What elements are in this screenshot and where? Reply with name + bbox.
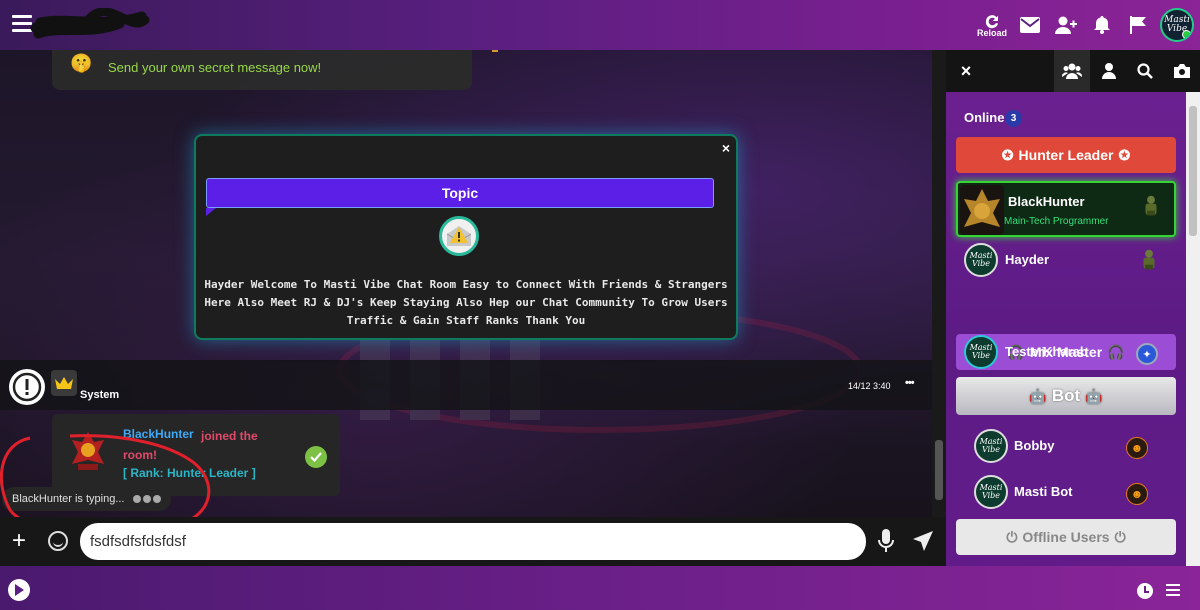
user-row-bobby[interactable]: Masti Vibe Bobby ☻: [956, 425, 1176, 471]
camera-icon: [1174, 64, 1190, 78]
reload-label: Reload: [976, 28, 1007, 38]
soldier-rank-icon: [1145, 195, 1157, 216]
user-row-blackhunter[interactable]: BlackHunter Main-Tech Programmer: [956, 181, 1176, 237]
bottom-bar: [0, 566, 1200, 610]
emoji-icon[interactable]: [48, 531, 68, 551]
user-avatar: Masti Vibe: [964, 243, 998, 277]
play-button[interactable]: [8, 579, 30, 601]
users-icon: [1062, 63, 1082, 79]
secret-message-text[interactable]: Send your own secret message now!: [108, 60, 321, 75]
group-label: Hunter Leader: [1018, 147, 1114, 163]
add-user-icon: [1055, 16, 1077, 34]
clock-icon[interactable]: [1137, 583, 1153, 599]
user-panel: × Online 3 ✪ Hunter Leader ✪ BlackHunter…: [946, 50, 1200, 566]
crown-icon: [51, 370, 77, 396]
online-count-badge: 3: [1005, 110, 1022, 127]
close-icon[interactable]: ×: [722, 140, 730, 156]
check-icon: [305, 446, 327, 468]
panel-close-button[interactable]: ×: [948, 50, 984, 92]
power-icon: ⏻: [1114, 528, 1126, 545]
verified-badge-icon: ✦: [1136, 343, 1158, 365]
mail-alert-icon: [439, 216, 479, 256]
close-icon: ×: [960, 60, 972, 81]
user-name: BlackHunter: [1008, 194, 1085, 209]
messages-button[interactable]: [1012, 0, 1048, 50]
alert-icon: [9, 369, 45, 405]
group-label: Offline Users: [1022, 529, 1110, 545]
secret-message-card: 🤫 Send your own secret message now!: [52, 50, 498, 90]
user-name: Hayder: [1005, 252, 1050, 267]
topic-tail: [206, 208, 216, 216]
user-name: Bobby: [1014, 438, 1055, 453]
menu-icon[interactable]: [12, 15, 32, 36]
message-time: 14/12 3:40: [848, 381, 891, 391]
bell-icon: [1094, 16, 1110, 34]
notifications-button[interactable]: [1084, 0, 1120, 50]
system-message-header: System 14/12 3:40 •••: [0, 360, 932, 410]
power-icon: ⏻: [1006, 528, 1018, 545]
report-button[interactable]: [1120, 0, 1156, 50]
user-avatar: Masti Vibe: [964, 335, 998, 369]
user-row-hayder[interactable]: Masti Vibe Hayder: [956, 239, 1176, 285]
tab-search[interactable]: [1127, 50, 1163, 92]
user-list: Online 3 ✪ Hunter Leader ✪ BlackHunter M…: [946, 92, 1200, 566]
redaction-scribble: [30, 8, 150, 39]
robot-icon: 🤖: [1085, 387, 1103, 404]
user-avatar: Masti Vibe: [974, 475, 1008, 509]
tab-media[interactable]: [1164, 50, 1200, 92]
message-input[interactable]: [80, 523, 866, 560]
topic-title: Topic: [206, 178, 714, 208]
topic-text: Hayder Welcome To Masti Vibe Chat Room E…: [204, 278, 728, 327]
envelope-icon: [1020, 17, 1040, 33]
card-accent: [492, 50, 498, 52]
hunter-emblem-icon: ✪: [1118, 146, 1131, 163]
hush-hand-icon: 🤫: [70, 53, 93, 73]
group-hunter-leader[interactable]: ✪ Hunter Leader ✪: [956, 137, 1176, 173]
user-avatar: Masti Vibe: [974, 429, 1008, 463]
friend-request-button[interactable]: [1048, 0, 1084, 50]
group-bot[interactable]: 🤖 Bot 🤖: [956, 377, 1176, 415]
annotation-circle: [0, 434, 211, 517]
online-status-dot: [1182, 30, 1191, 39]
pumpkin-icon: ☻: [1126, 483, 1148, 505]
top-bar: Reload Masti Vibe: [0, 0, 1200, 50]
topic-modal: × Topic Hayder Welcome To Masti Vibe Cha…: [194, 134, 738, 340]
search-icon: [1137, 63, 1153, 79]
user-name: TesterKharab: [1005, 344, 1088, 359]
input-bar: +: [0, 517, 946, 566]
pumpkin-icon: ☻: [1126, 437, 1148, 459]
panel-tabs: ×: [946, 50, 1200, 92]
hunter-emblem-icon: ✪: [1001, 146, 1014, 163]
online-label: Online: [964, 110, 1005, 125]
panel-scrollbar[interactable]: [1186, 92, 1200, 566]
group-offline-users[interactable]: ⏻ Offline Users ⏻: [956, 519, 1176, 555]
user-avatar: [960, 185, 1004, 235]
play-icon: [15, 584, 24, 596]
user-row-testerkharab-visible[interactable]: Masti Vibe TesterKharab ✦: [956, 331, 1176, 377]
tab-users[interactable]: [1054, 50, 1090, 92]
user-icon: [1102, 63, 1116, 79]
flag-icon: [1130, 16, 1146, 34]
soldier-rank-icon: [1143, 249, 1155, 270]
chat-scrollbar[interactable]: [932, 50, 946, 517]
reload-button[interactable]: Reload: [972, 0, 1012, 50]
robot-icon: 🤖: [1029, 387, 1047, 404]
chat-area: 🤫 Send your own secret message now! × To…: [0, 50, 946, 517]
microphone-icon[interactable]: [878, 529, 894, 553]
user-row-masti-bot[interactable]: Masti Vibe Masti Bot ☻: [956, 471, 1176, 517]
send-icon[interactable]: [912, 530, 934, 552]
group-label: Bot: [1051, 386, 1081, 405]
more-options-icon[interactable]: •••: [905, 377, 915, 389]
plus-icon[interactable]: +: [12, 529, 26, 553]
system-name: System: [80, 389, 120, 401]
user-name: Masti Bot: [1014, 484, 1073, 499]
list-menu-icon[interactable]: [1166, 584, 1180, 599]
user-avatar[interactable]: Masti Vibe: [1160, 8, 1194, 42]
user-mood: Main-Tech Programmer: [1004, 216, 1109, 227]
tab-friends[interactable]: [1091, 50, 1127, 92]
